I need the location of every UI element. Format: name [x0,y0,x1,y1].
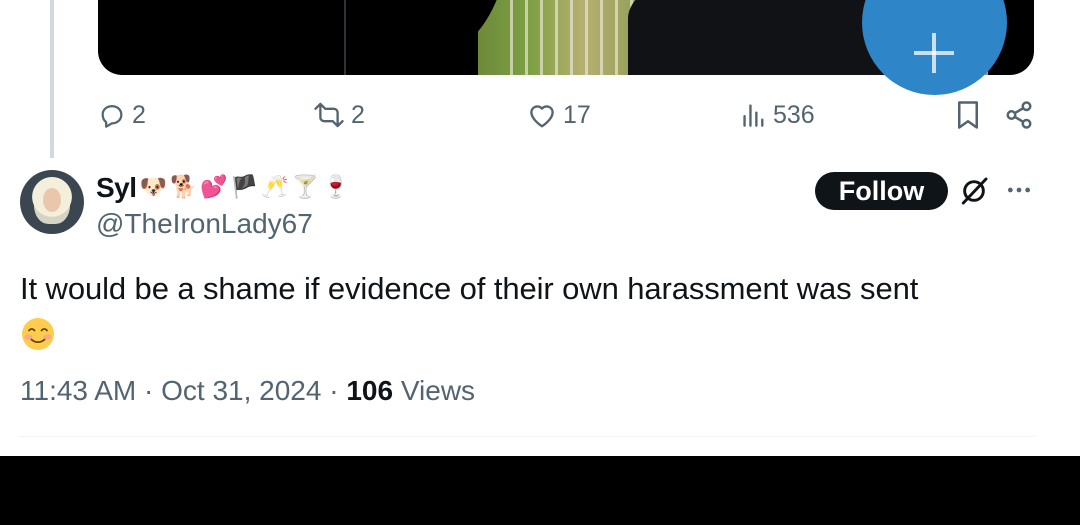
author-handle[interactable]: @TheIronLady67 [96,208,313,240]
bookmark-icon [958,101,978,129]
like-button[interactable]: 17 [527,95,591,135]
repost-button[interactable]: 2 [313,95,365,135]
system-navigation-bar [0,456,1080,525]
grok-icon[interactable] [958,175,990,212]
reply-count: 2 [132,100,146,129]
divider [20,436,1035,437]
wine-glass-emoji: 🍷 [321,175,350,200]
media-fence [498,0,638,75]
tweet-thread-view: 2 2 17 536 Syl 🐶 🐕 💕 🏴 🥂 🍸 🍷 @TheIronLad… [0,0,1080,525]
author-display-name: Syl [96,172,137,203]
repost-icon [314,102,344,128]
scotland-flag-emoji: 🏴 [230,175,259,200]
tweet-views-count: 106 [346,375,394,406]
bookmark-button[interactable] [955,95,981,135]
clinking-glasses-emoji: 🥂 [261,175,289,200]
tweet-views-label: Views [393,375,476,406]
repost-count: 2 [351,100,365,129]
reply-button[interactable]: 2 [98,95,146,135]
views-count: 536 [773,100,815,129]
more-options-icon[interactable] [1006,177,1032,208]
reply-icon [101,105,123,128]
plus-icon-vertical [932,33,936,73]
cocktail-emoji: 🍸 [291,175,319,200]
action-bar: 2 2 17 536 [0,95,1080,135]
media-divider [344,0,346,75]
meta-separator: · [136,375,162,406]
dog-emoji: 🐶 [139,175,167,200]
tweet-meta: 11:43 AM · Oct 31, 2024 · 106 Views [20,375,475,407]
service-dog-emoji: 🐕 [169,175,198,200]
tweet-date[interactable]: Oct 31, 2024 [161,375,321,407]
tweet-text: It would be a shame if evidence of their… [20,271,919,306]
share-icon [1006,101,1032,129]
like-count: 17 [563,100,591,129]
tweet-time[interactable]: 11:43 AM [20,375,136,407]
meta-separator-2: · [321,375,347,406]
smiling-face-emoji [20,316,56,357]
avatar[interactable] [20,170,84,234]
like-icon [530,105,554,128]
author-name-row[interactable]: Syl 🐶 🐕 💕 🏴 🥂 🍸 🍷 [96,172,349,204]
follow-button[interactable]: Follow [815,172,948,210]
views-icon [743,104,764,127]
compose-fab-button[interactable] [862,0,1007,95]
share-button[interactable] [1004,95,1034,135]
avatar-face [43,188,61,212]
views-button[interactable]: 536 [741,95,815,135]
two-hearts-emoji: 💕 [200,175,228,200]
